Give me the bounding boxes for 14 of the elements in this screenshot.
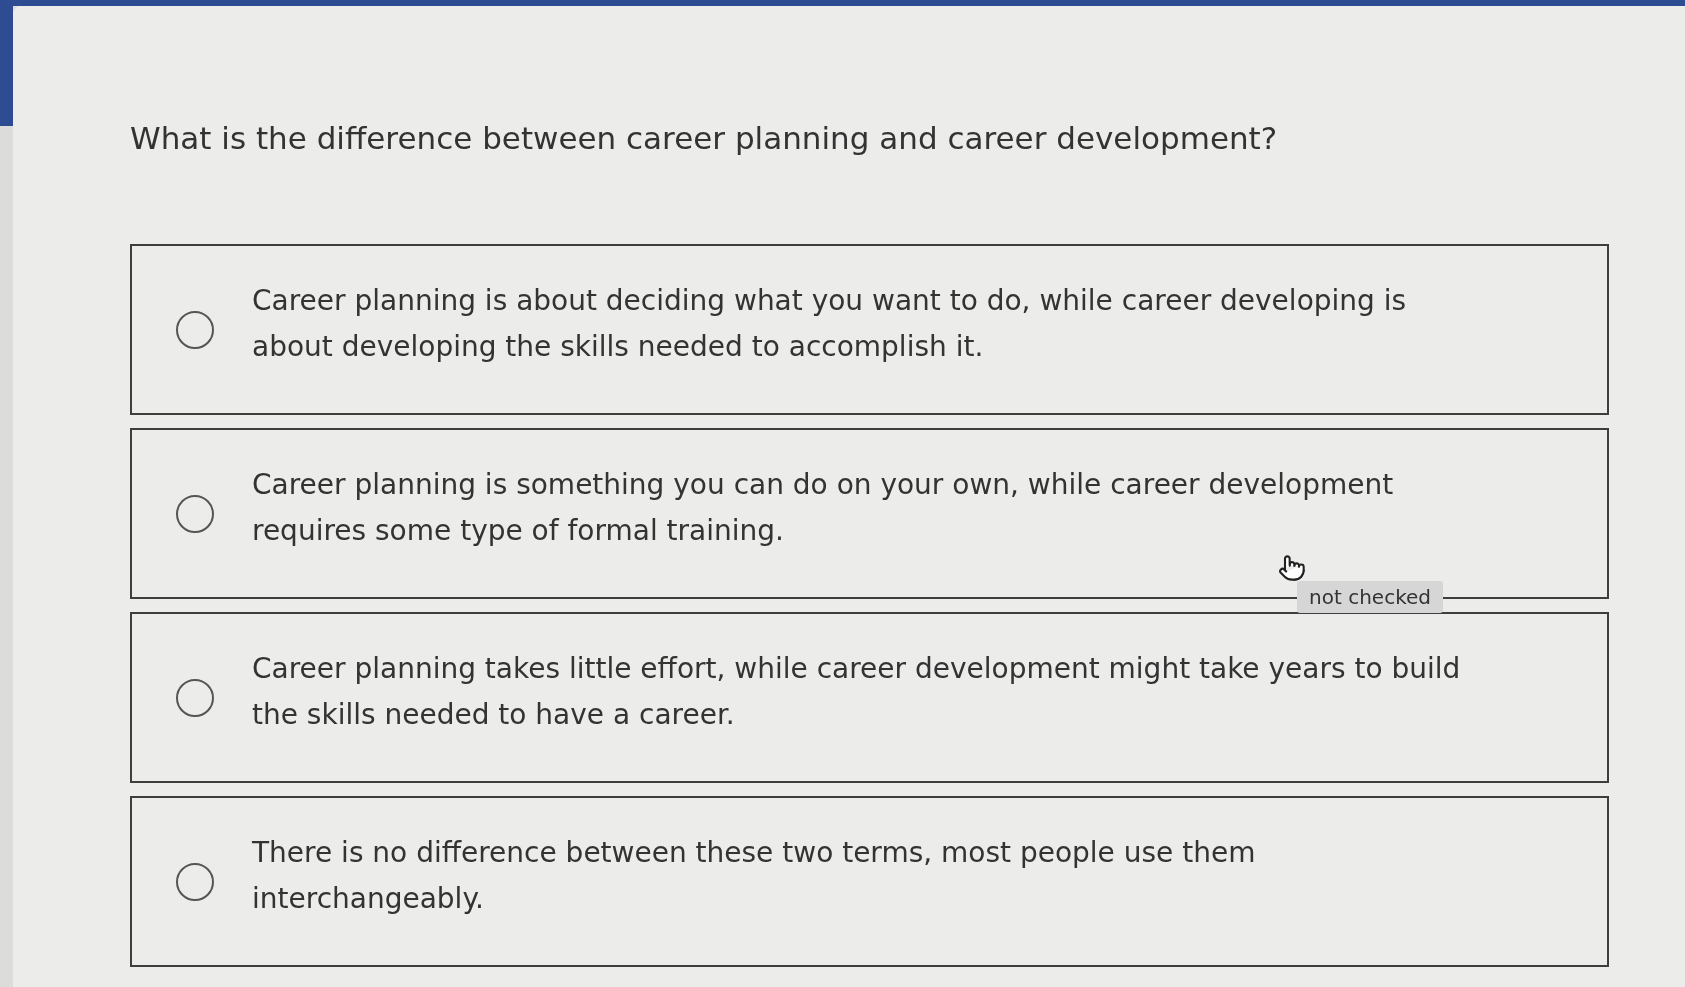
question-text: What is the difference between career planning and career development?	[130, 119, 1279, 158]
radio-button[interactable]	[176, 862, 214, 901]
option-text: Career planning is something you can do on your own, while career development requires some type of formal training.	[252, 467, 1395, 549]
option-text: There is no difference between these two terms, most people use them interchangeably.	[252, 835, 1257, 917]
answer-option[interactable]: There is no difference between these two terms, most people use them interchangeably.	[130, 796, 1609, 967]
answer-option[interactable]: Career planning takes little effort, while career development might take years to build the skills needed to have a career.	[130, 612, 1609, 783]
answer-option[interactable]: Career planning is about deciding what you want to do, while career developing is about developing the skills needed to accomplish it.	[130, 244, 1609, 415]
radio-button[interactable]	[176, 494, 214, 533]
radio-button[interactable]	[176, 310, 214, 349]
option-text: Career planning is about deciding what you want to do, while career developing is about developing the skills needed to accomplish it.	[252, 283, 1408, 365]
radio-button[interactable]	[176, 678, 214, 717]
tooltip: not checked	[1297, 581, 1443, 613]
hand-cursor-icon	[1278, 554, 1306, 582]
option-text: Career planning takes little effort, while career development might take years to build the skills needed to have a career.	[252, 651, 1462, 733]
